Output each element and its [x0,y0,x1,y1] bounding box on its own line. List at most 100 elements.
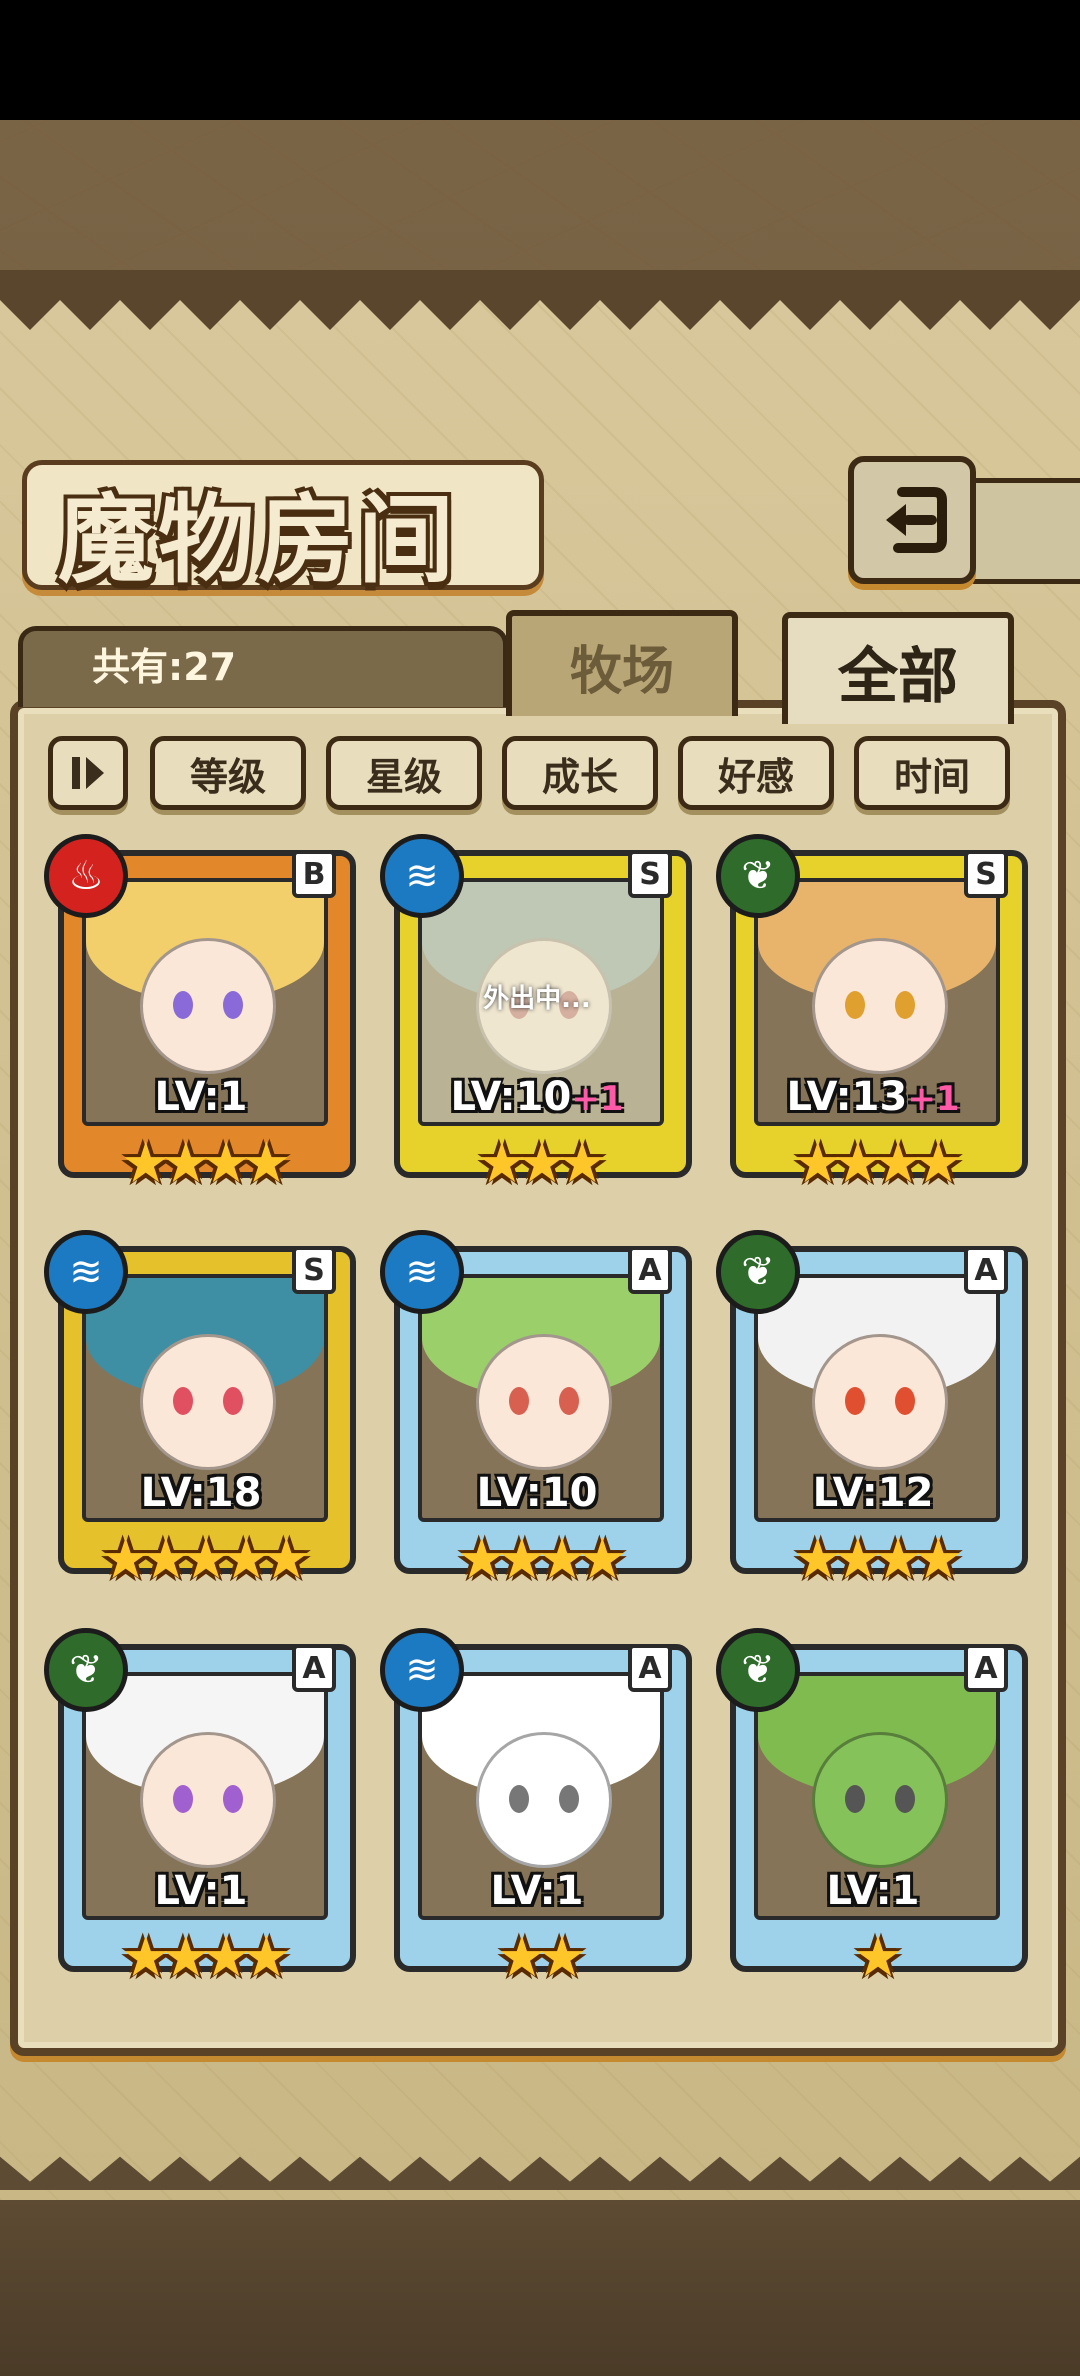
portrait-face [476,1732,612,1868]
portrait-eye [845,991,865,1019]
top-border-strip [0,270,1080,290]
level-label: LV:13+1 [720,1074,1026,1120]
portrait-eye [895,1785,915,1813]
star-rating: ★★★ [476,1131,608,1196]
star-rating: ★ [852,1925,903,1990]
portrait-eye [173,1785,193,1813]
return-icon [886,487,947,553]
filter-time-button[interactable]: 时间 [854,736,1010,810]
level-text: LV:1 [490,1868,584,1914]
fire-icon: ♨ [44,834,128,918]
filter-star-button[interactable]: 星级 [326,736,482,810]
status-bar [0,0,1080,120]
back-button[interactable] [848,456,976,584]
rank-badge: A [628,1246,672,1294]
portrait-eye [845,1387,865,1415]
leaf-icon: ❦ [716,1628,800,1712]
away-status: 外出中... [483,984,591,1014]
rank-badge: A [292,1644,336,1692]
level-text: LV:13 [786,1074,908,1120]
tab-all[interactable]: 全部 [782,612,1014,724]
filter-level-button[interactable]: 等级 [150,736,306,810]
level-text: LV:1 [154,1868,248,1914]
level-text: LV:10 [476,1470,598,1516]
portrait-face [140,938,276,1074]
monster-card[interactable]: ❦ S LV:13+1 ★★★★ [716,834,1028,1198]
star-rating: ★★★★ [120,1131,292,1196]
level-text: LV:1 [826,1868,920,1914]
portrait-eye [223,1387,243,1415]
monster-card[interactable]: ♨ B LV:1 ★★★★ [44,834,356,1198]
portrait-eye [845,1785,865,1813]
monster-card[interactable]: ≋ A LV:1 ★★ [380,1628,692,1992]
star-rating: ★★★★★ [100,1527,311,1592]
page-title: 魔物房间 [58,483,458,596]
star-rating: ★★★★ [792,1131,964,1196]
portrait-face [476,1334,612,1470]
rank-badge: S [964,850,1008,898]
level-text: LV:1 [154,1074,248,1120]
star-rating: ★★★★ [120,1925,292,1990]
rank-badge: S [628,850,672,898]
monster-card[interactable]: ≋ A LV:10 ★★★★ [380,1230,692,1594]
rank-badge: A [964,1246,1008,1294]
zigzag-border-bottom [0,2156,1080,2190]
portrait-eye [509,1387,529,1415]
level-label: LV:18 [48,1470,354,1516]
level-text: LV:10 [450,1074,572,1120]
portrait-face [812,1334,948,1470]
water-icon: ≋ [380,1230,464,1314]
leaf-icon: ❦ [716,834,800,918]
star-rating: ★★★★ [456,1527,628,1592]
star-rating: ★★★★ [792,1527,964,1592]
level-label: LV:1 [384,1868,690,1914]
level-bonus: +1 [907,1079,960,1119]
monster-card[interactable]: ≋ S LV:18 ★★★★★ [44,1230,356,1594]
portrait-face [140,1732,276,1868]
monster-card[interactable]: ≋ S 外出中... LV:10+1 ★★★ [380,834,692,1198]
level-text: LV:18 [140,1470,262,1516]
water-icon: ≋ [380,834,464,918]
level-label: LV:1 [720,1868,1026,1914]
monster-count: 共有:27 [92,645,237,689]
water-icon: ≋ [380,1628,464,1712]
rank-badge: A [964,1644,1008,1692]
level-text: LV:12 [812,1470,934,1516]
level-bonus: +1 [571,1079,624,1119]
rank-badge: B [292,850,336,898]
portrait-face [812,938,948,1074]
portrait-eye [173,1387,193,1415]
level-label: LV:10+1 [384,1074,690,1120]
sort-toggle-icon [72,757,104,789]
back-button-tab [960,478,1080,584]
portrait-eye [559,1387,579,1415]
leaf-icon: ❦ [716,1230,800,1314]
zigzag-border-top [0,290,1080,330]
monster-card[interactable]: ❦ A LV:1 ★ [716,1628,1028,1992]
portrait-eye [559,1785,579,1813]
level-label: LV:1 [48,1074,354,1120]
portrait-face [140,1334,276,1470]
monster-card[interactable]: ❦ A LV:1 ★★★★ [44,1628,356,1992]
portrait-eye [895,991,915,1019]
portrait-eye [223,991,243,1019]
star-rating: ★★ [496,1925,587,1990]
portrait-eye [895,1387,915,1415]
level-label: LV:10 [384,1470,690,1516]
portrait-eye [223,1785,243,1813]
map-background-bottom [0,2200,1080,2376]
leaf-icon: ❦ [44,1628,128,1712]
portrait-eye [173,991,193,1019]
rank-badge: A [628,1644,672,1692]
portrait-face [812,1732,948,1868]
tab-farm[interactable]: 牧场 [506,610,738,716]
water-icon: ≋ [44,1230,128,1314]
monster-card[interactable]: ❦ A LV:12 ★★★★ [716,1230,1028,1594]
sort-order-toggle[interactable] [48,736,128,810]
filter-growth-button[interactable]: 成长 [502,736,658,810]
filter-affection-button[interactable]: 好感 [678,736,834,810]
portrait-eye [509,1785,529,1813]
rank-badge: S [292,1246,336,1294]
level-label: LV:12 [720,1470,1026,1516]
level-label: LV:1 [48,1868,354,1914]
